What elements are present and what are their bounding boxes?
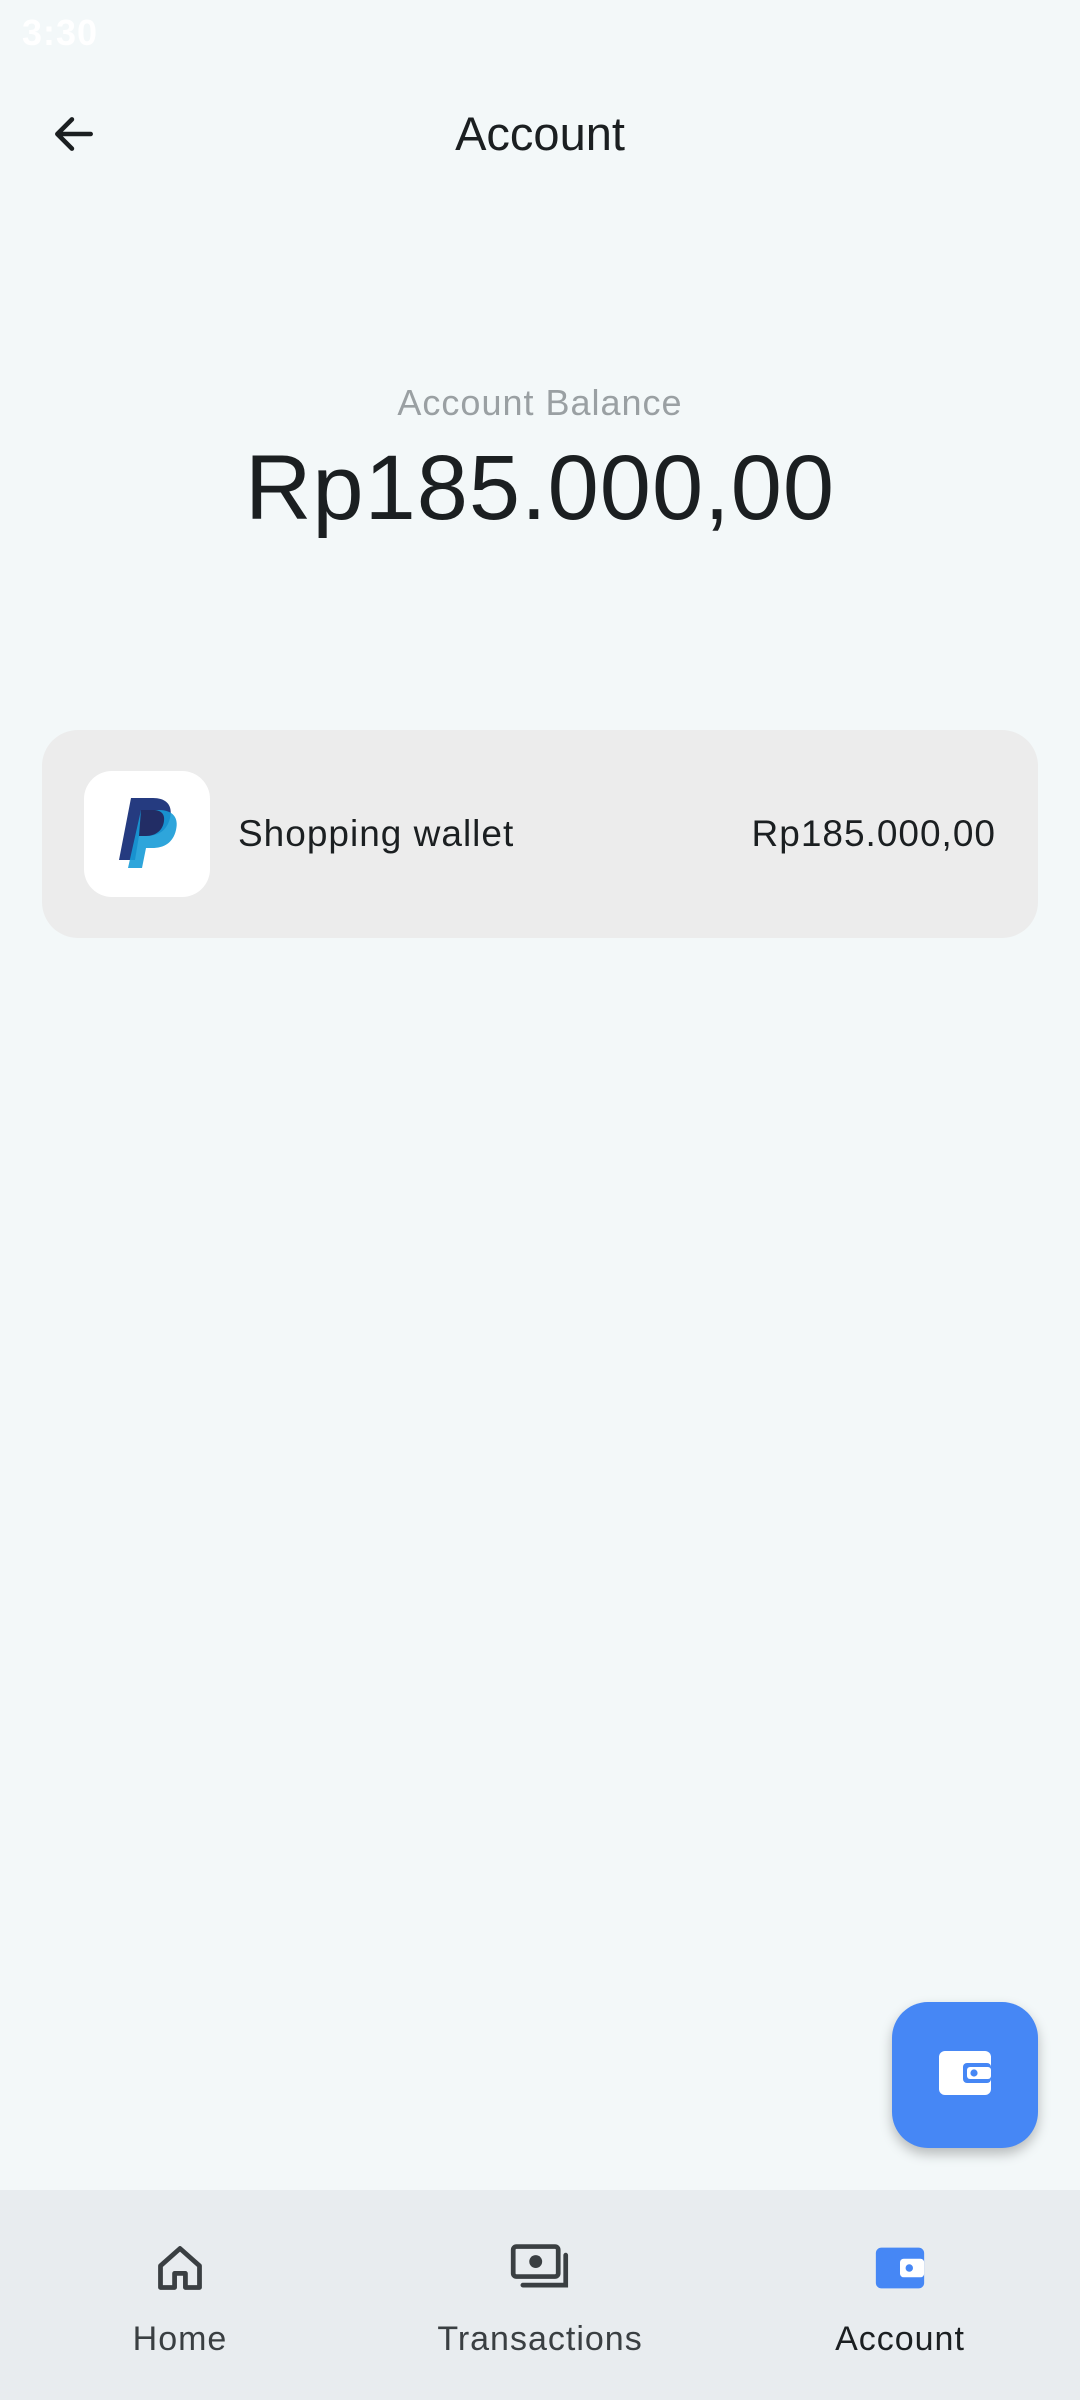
wallet-amount: Rp185.000,00 <box>751 813 996 854</box>
status-bar-time: 3:30 <box>22 12 99 53</box>
nav-label-home: Home <box>132 2320 228 2358</box>
page-title: Account <box>455 107 625 160</box>
wallet-icon <box>937 2049 993 2102</box>
bottom-navigation: Home Transactions Account <box>0 2190 1080 2400</box>
wallet-icon <box>870 2238 930 2298</box>
nav-label-transactions: Transactions <box>437 2320 643 2358</box>
home-icon <box>150 2238 210 2298</box>
nav-item-transactions[interactable]: Transactions <box>360 2190 720 2400</box>
wallet-logo <box>84 771 210 897</box>
nav-item-home[interactable]: Home <box>0 2190 360 2400</box>
balance-label: Account Balance <box>397 382 683 423</box>
cash-icon <box>510 2238 570 2298</box>
nav-item-account[interactable]: Account <box>720 2190 1080 2400</box>
balance-amount: Rp185.000,00 <box>244 437 836 539</box>
paypal-logo-icon <box>113 794 181 875</box>
add-wallet-button[interactable] <box>892 2002 1038 2148</box>
nav-label-account: Account <box>835 2320 965 2358</box>
wallet-name: Shopping wallet <box>238 813 515 854</box>
wallet-card[interactable]: Shopping wallet Rp185.000,00 <box>42 730 1038 938</box>
